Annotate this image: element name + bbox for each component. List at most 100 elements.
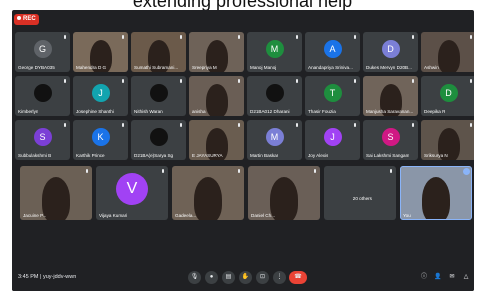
participant-tile[interactable]: S Sai Lakshmi Sangam xyxy=(363,120,418,160)
rec-label: REC xyxy=(23,16,36,22)
phone-icon: ☎ xyxy=(294,274,302,280)
muted-mic-icon xyxy=(121,35,125,40)
raise-hand-button[interactable]: ✋ xyxy=(239,271,252,284)
participant-tile[interactable]: K Karthik Prince xyxy=(73,120,128,160)
participant-tile[interactable]: T Thasir Fouzia xyxy=(305,76,360,116)
camera-button[interactable]: ● xyxy=(205,271,218,284)
participant-tile[interactable]: A Anandapriya Sriniva... xyxy=(305,32,360,72)
muted-mic-icon xyxy=(389,169,393,174)
chat-button[interactable]: ✉ xyxy=(447,272,457,282)
info-button[interactable]: ⓘ xyxy=(419,272,429,282)
participant-name: E JAYASURYA xyxy=(192,153,223,158)
participant-name: D21BA012 Dharani xyxy=(250,109,290,114)
participant-tile[interactable]: M Manoj Manoj xyxy=(247,32,302,72)
participant-tile[interactable]: D21BA012 Dharani xyxy=(247,76,302,116)
muted-mic-icon xyxy=(121,123,125,128)
muted-mic-icon xyxy=(237,35,241,40)
participant-video xyxy=(437,40,460,72)
participant-name: Dukes Mervyn D20B... xyxy=(366,65,412,70)
end-call-button[interactable]: ☎ xyxy=(289,271,307,284)
participant-tile[interactable]: D Deepika R xyxy=(421,76,474,116)
participant-tile[interactable]: Daniel Ch... xyxy=(248,166,320,220)
activities-button[interactable]: △ xyxy=(461,272,471,282)
muted-mic-icon xyxy=(295,123,299,128)
participant-avatar: K xyxy=(91,127,110,146)
participant-name: Martin Baskar xyxy=(250,153,279,158)
participant-name: Manjusha Saravanan... xyxy=(366,109,414,114)
muted-mic-icon xyxy=(469,35,473,40)
participant-tile[interactable]: Sreepriya M xyxy=(189,32,244,72)
participant-tile[interactable]: Kimberlyn xyxy=(15,76,70,116)
participant-tile[interactable]: D21BA(e)Sarya Sg xyxy=(131,120,186,160)
participant-tile[interactable]: M Martin Baskar xyxy=(247,120,302,160)
muted-mic-icon xyxy=(237,123,241,128)
participant-name: Sreepriya M xyxy=(192,65,217,70)
people-button[interactable]: 👤 xyxy=(433,272,443,282)
muted-mic-icon xyxy=(179,35,183,40)
participant-tile[interactable]: G George DYBA035 xyxy=(15,32,70,72)
muted-mic-icon xyxy=(63,123,67,128)
participant-name: Gadeela... xyxy=(175,213,197,218)
participant-tile[interactable]: Mahendra D G xyxy=(73,32,128,72)
participant-tile[interactable]: You xyxy=(400,166,472,220)
participant-avatar: T xyxy=(323,83,342,102)
captions-icon: ▤ xyxy=(225,274,232,280)
participant-name: D21BA(e)Sarya Sg xyxy=(134,153,174,158)
muted-mic-icon xyxy=(85,169,89,174)
participant-tile[interactable]: S Subbulakshmi B xyxy=(15,120,70,160)
activities-icon: △ xyxy=(463,274,469,280)
more-options-button[interactable]: ⋮ xyxy=(273,271,286,284)
muted-mic-icon xyxy=(353,123,357,128)
participant-photo-avatar xyxy=(33,83,52,102)
muted-mic-icon xyxy=(121,79,125,84)
participant-tile[interactable]: D Dukes Mervyn D20B... xyxy=(363,32,418,72)
mic-button[interactable]: 🎙 xyxy=(188,271,201,284)
participant-name: 20 others xyxy=(352,195,372,201)
participant-tile[interactable]: V Vijaya Kumari xyxy=(96,166,168,220)
participant-avatar: V xyxy=(116,172,148,205)
participant-name: Daniel Ch... xyxy=(251,213,276,218)
participant-tile[interactable]: anisha xyxy=(189,76,244,116)
participant-avatar: G xyxy=(33,39,52,58)
more-options-icon[interactable] xyxy=(463,168,470,175)
info-icon: ⓘ xyxy=(420,274,427,280)
participant-name: Thasir Fouzia xyxy=(308,109,336,114)
participant-tile[interactable]: Ashwin xyxy=(421,32,474,72)
participant-tile[interactable]: Sumathi Subramani... xyxy=(131,32,186,72)
participant-tile[interactable]: Gadeela... xyxy=(172,166,244,220)
participant-name: Sumathi Subramani... xyxy=(134,65,179,70)
participant-tile[interactable]: Manjusha Saravanan... xyxy=(363,76,418,116)
muted-mic-icon xyxy=(63,35,67,40)
participant-avatar: M xyxy=(265,39,284,58)
meeting-time-code: 3:45 PM | yuy-jddv-wwn xyxy=(18,274,77,280)
participant-tile[interactable]: 20 others xyxy=(324,166,396,220)
hand-icon: ✋ xyxy=(241,274,250,280)
participant-name: anisha xyxy=(192,109,206,114)
participant-name: Anandapriya Sriniva... xyxy=(308,65,353,70)
participant-name: Mahendra D G xyxy=(76,65,107,70)
participant-photo-avatar xyxy=(149,83,168,102)
record-dot-icon xyxy=(17,16,21,21)
participant-tile[interactable]: J Joy Alexis xyxy=(305,120,360,160)
participant-name: Manoj Manoj xyxy=(250,65,277,70)
participant-name: Ashwin xyxy=(424,65,439,70)
captions-button[interactable]: ▤ xyxy=(222,271,235,284)
participant-tile[interactable]: Sriksurya N xyxy=(421,120,474,160)
muted-mic-icon xyxy=(237,169,241,174)
participant-tile[interactable]: Jacuine P... xyxy=(20,166,92,220)
participant-tile[interactable]: J Josephine Shanthi xyxy=(73,76,128,116)
muted-mic-icon xyxy=(411,35,415,40)
muted-mic-icon xyxy=(411,123,415,128)
present-button[interactable]: ⊡ xyxy=(256,271,269,284)
participant-name: Sai Lakshmi Sangam xyxy=(366,153,410,158)
participant-tile[interactable]: E JAYASURYA xyxy=(189,120,244,160)
participant-tile[interactable]: Nithish Waran xyxy=(131,76,186,116)
muted-mic-icon xyxy=(63,79,67,84)
bottom-toolbar: 3:45 PM | yuy-jddv-wwn 🎙 ● ▤ ✋ ⊡ ⋮ ☎ ⓘ 👤… xyxy=(12,265,474,291)
camera-icon: ● xyxy=(209,274,214,280)
participant-name: Josephine Shanthi xyxy=(76,109,114,114)
muted-mic-icon xyxy=(295,79,299,84)
participant-avatar: M xyxy=(265,127,284,146)
chat-icon: ✉ xyxy=(449,274,455,280)
participant-name: Karthik Prince xyxy=(76,153,105,158)
